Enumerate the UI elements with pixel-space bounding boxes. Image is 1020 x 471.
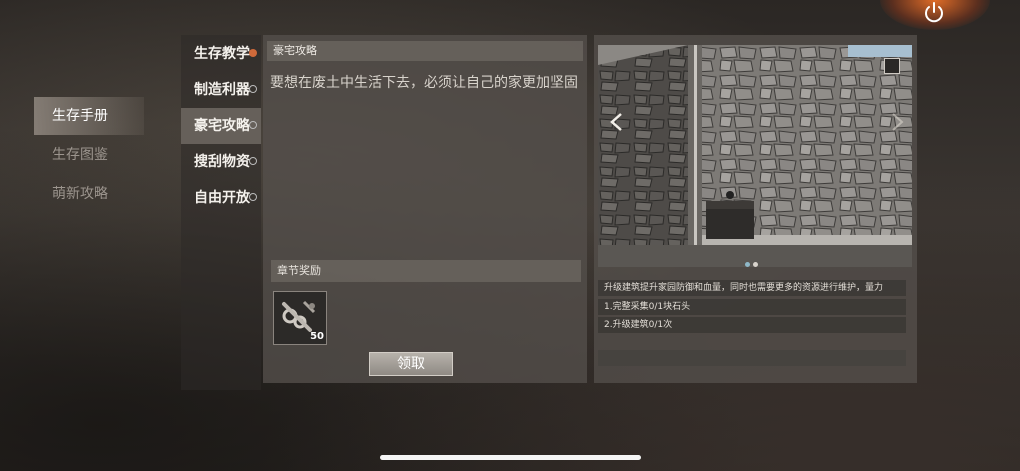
chapter-mansion-guide[interactable]: 豪宅攻略 — [181, 108, 261, 144]
category-survival-manual[interactable]: 生存手册 — [34, 97, 144, 135]
arrow-left-icon[interactable] — [605, 110, 629, 134]
task-empty-row — [598, 350, 906, 366]
carousel-dots — [745, 252, 761, 271]
task-summary: 升级建筑提升家园防御和血量，同时也需要更多的资源进行维护，量力 — [598, 280, 906, 296]
carousel-dot[interactable] — [745, 262, 750, 267]
carousel-dot[interactable] — [753, 262, 758, 267]
reward-item-slot[interactable]: 50 — [273, 291, 327, 345]
status-circle-icon — [249, 121, 257, 129]
status-circle-icon — [249, 193, 257, 201]
panel-title: 豪宅攻略 — [267, 41, 583, 61]
fullscreen-icon[interactable] — [884, 58, 900, 74]
category-survival-codex[interactable]: 生存图鉴 — [34, 136, 144, 174]
chapter-scavenging[interactable]: 搜刮物资 — [181, 144, 261, 180]
power-icon[interactable] — [922, 0, 946, 24]
chapter-label: 生存教学 — [194, 46, 250, 62]
chapter-label: 自由开放 — [194, 190, 250, 206]
home-indicator[interactable] — [380, 455, 641, 460]
claim-button[interactable]: 领取 — [369, 352, 453, 376]
status-circle-icon — [249, 157, 257, 165]
chapter-menu: 生存教学 制造利器 豪宅攻略 搜刮物资 自由开放 — [181, 35, 261, 390]
chapter-label: 豪宅攻略 — [194, 118, 250, 134]
reward-count: 50 — [310, 331, 324, 342]
chapter-free-open[interactable]: 自由开放 — [181, 180, 261, 216]
reward-label: 章节奖励 — [271, 260, 581, 282]
chapter-crafting[interactable]: 制造利器 — [181, 72, 261, 108]
preview-image — [598, 45, 912, 267]
category-newbie-guide[interactable]: 萌新攻略 — [34, 175, 144, 213]
category-menu: 生存手册 生存图鉴 萌新攻略 — [34, 97, 144, 214]
chapter-detail-panel: 豪宅攻略 要想在废土中生活下去，必须让自己的家更加坚固 章节奖励 50 领取 — [263, 35, 587, 383]
panel-description: 要想在废土中生活下去，必须让自己的家更加坚固 — [270, 75, 578, 91]
chapter-label: 搜刮物资 — [194, 154, 250, 170]
chapter-survival-teaching[interactable]: 生存教学 — [181, 36, 261, 72]
notification-dot — [249, 49, 257, 57]
task-item: 2.升级建筑0/1次 — [598, 317, 906, 333]
chapter-label: 制造利器 — [194, 82, 250, 98]
task-item: 1.完整采集0/1块石头 — [598, 299, 906, 315]
arrow-right-icon[interactable] — [885, 110, 909, 134]
status-circle-icon — [249, 85, 257, 93]
